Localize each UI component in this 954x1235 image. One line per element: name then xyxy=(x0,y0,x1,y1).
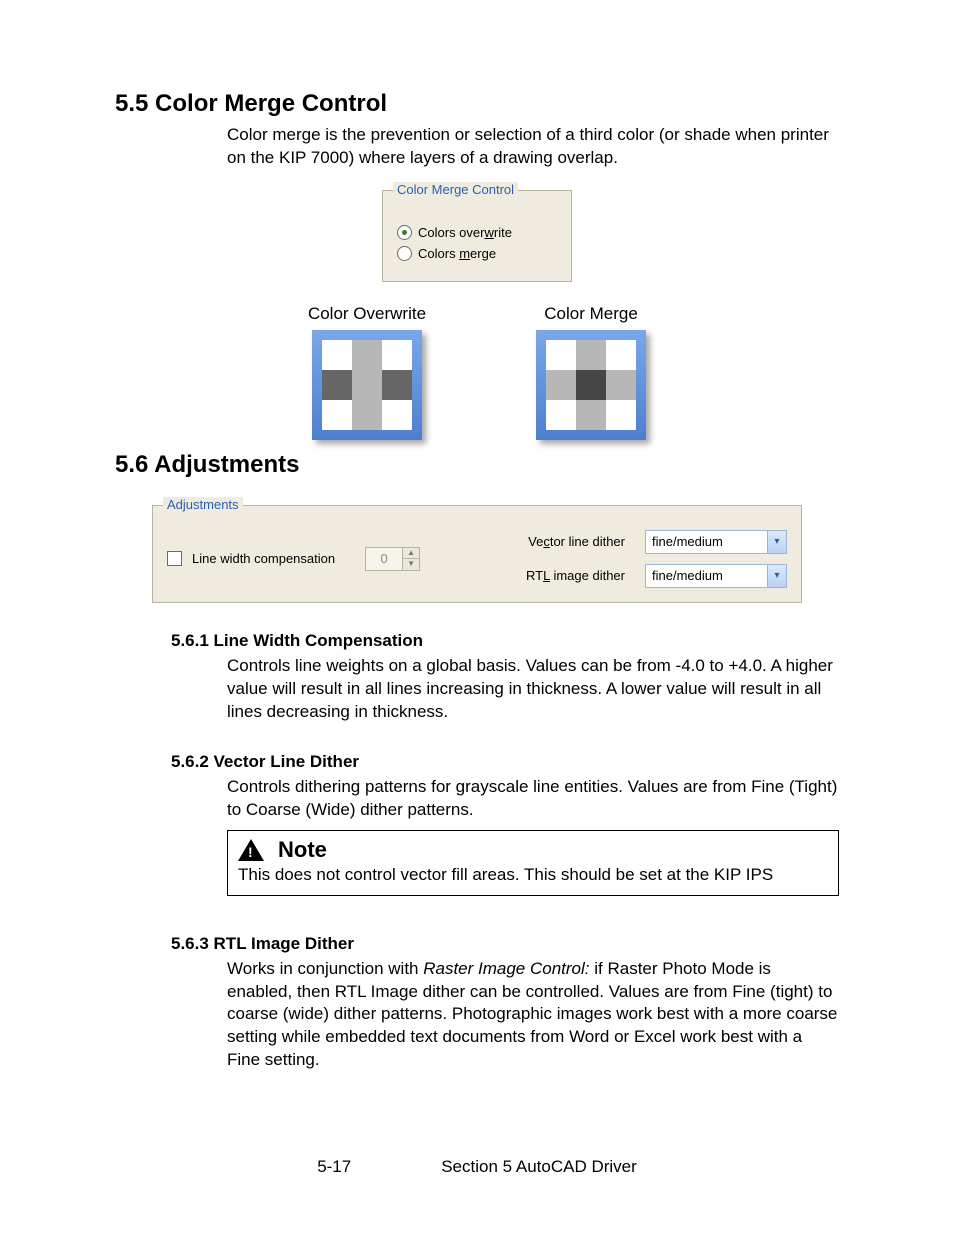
body-5-6-2: Controls dithering patterns for grayscal… xyxy=(227,776,839,822)
radio-label: Colors overwrite xyxy=(418,225,512,240)
radio-colors-overwrite[interactable]: Colors overwrite xyxy=(397,225,557,240)
example-tile xyxy=(536,330,646,440)
radio-icon xyxy=(397,225,412,240)
body-5-6-3: Works in conjunction with Raster Image C… xyxy=(227,958,839,1073)
section-label: Section 5 AutoCAD Driver xyxy=(441,1157,637,1177)
example-merge: Color Merge xyxy=(536,304,646,445)
chevron-down-icon: ▾ xyxy=(767,531,786,553)
example-tile xyxy=(312,330,422,440)
body-5-5: Color merge is the prevention or selecti… xyxy=(227,124,839,170)
page-number: 5-17 xyxy=(317,1157,351,1177)
note-title: Note xyxy=(278,837,327,863)
warning-icon xyxy=(238,839,264,861)
spinner-down-icon[interactable]: ▼ xyxy=(403,558,419,570)
example-label: Color Overwrite xyxy=(308,304,426,324)
color-merge-examples: Color Overwrite Color Merge xyxy=(115,304,839,445)
heading-5-5: 5.5 Color Merge Control xyxy=(115,90,839,118)
heading-5-6-3: 5.6.3 RTL Image Dither xyxy=(171,934,839,954)
vector-line-dither-label: Vector line dither xyxy=(528,534,625,549)
color-merge-control-groupbox: Color Merge Control Colors overwrite Col… xyxy=(382,190,572,282)
checkbox-label: Line width compensation xyxy=(192,551,335,566)
spinner-up-icon[interactable]: ▲ xyxy=(403,548,419,559)
example-overwrite: Color Overwrite xyxy=(308,304,426,445)
document-page: 5.5 Color Merge Control Color merge is t… xyxy=(0,0,954,1235)
chevron-down-icon: ▾ xyxy=(767,565,786,587)
example-label: Color Merge xyxy=(536,304,646,324)
dropdown-value: fine/medium xyxy=(646,568,729,583)
radio-colors-merge[interactable]: Colors merge xyxy=(397,246,557,261)
adjustments-groupbox: Adjustments Line width compensation 0 ▲ … xyxy=(152,505,802,603)
page-footer: 5-17 Section 5 AutoCAD Driver xyxy=(0,1157,954,1177)
radio-icon xyxy=(397,246,412,261)
groupbox-legend: Adjustments xyxy=(163,497,243,512)
rtl-image-dither-label: RTL image dither xyxy=(526,568,625,583)
groupbox-legend: Color Merge Control xyxy=(393,182,518,197)
note-body: This does not control vector fill areas.… xyxy=(238,865,828,885)
note-box: Note This does not control vector fill a… xyxy=(227,830,839,896)
heading-5-6-2: 5.6.2 Vector Line Dither xyxy=(171,752,839,772)
body-5-6-1: Controls line weights on a global basis.… xyxy=(227,655,839,724)
heading-5-6-1: 5.6.1 Line Width Compensation xyxy=(171,631,839,651)
heading-5-6: 5.6 Adjustments xyxy=(115,451,839,479)
dropdown-value: fine/medium xyxy=(646,534,729,549)
line-width-compensation-spinner[interactable]: 0 ▲ ▼ xyxy=(365,547,420,571)
vector-line-dither-dropdown[interactable]: fine/medium ▾ xyxy=(645,530,787,554)
rtl-image-dither-dropdown[interactable]: fine/medium ▾ xyxy=(645,564,787,588)
spinner-value: 0 xyxy=(366,548,402,570)
radio-label: Colors merge xyxy=(418,246,496,261)
line-width-compensation-checkbox[interactable] xyxy=(167,551,182,566)
